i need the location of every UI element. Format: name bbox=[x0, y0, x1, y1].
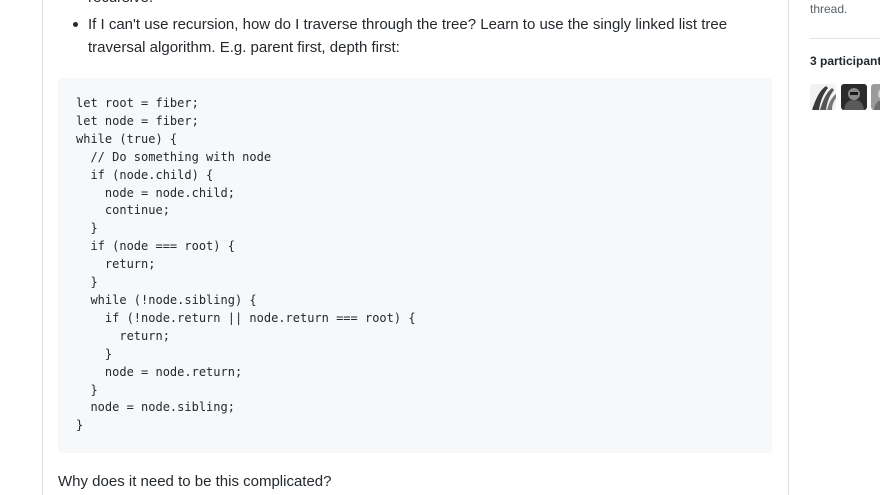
comment-border bbox=[788, 0, 789, 495]
code-line: } bbox=[76, 418, 84, 433]
code-line: while (!node.sibling) { bbox=[76, 292, 257, 307]
bullet-item-traversal: If I can't use recursion, how do I trave… bbox=[58, 13, 774, 59]
code-block: let root = fiber; let node = fiber; while … bbox=[58, 78, 772, 453]
code-line: } bbox=[76, 221, 98, 236]
code-line: } bbox=[76, 346, 113, 361]
code-line: while (true) { bbox=[76, 131, 178, 146]
bullet-item-recursive: recursive. bbox=[58, 0, 774, 9]
timeline-line bbox=[42, 0, 43, 495]
participant-avatar-1[interactable] bbox=[810, 84, 836, 110]
participant-avatar-3[interactable] bbox=[871, 84, 880, 110]
code-line: } bbox=[76, 275, 98, 290]
code-line: return; bbox=[76, 328, 170, 343]
code-line: if (!node.return || node.return === root… bbox=[76, 310, 416, 325]
avatar-image bbox=[871, 84, 880, 110]
code-content: let root = fiber; let node = fiber; while … bbox=[76, 95, 772, 435]
code-line: if (node.child) { bbox=[76, 167, 214, 182]
avatar-image bbox=[810, 84, 836, 110]
code-line: node = node.child; bbox=[76, 185, 235, 200]
code-line: node = node.return; bbox=[76, 364, 243, 379]
participants-heading: 3 participants bbox=[810, 54, 880, 68]
code-line: // Do something with node bbox=[76, 149, 272, 164]
code-line: continue; bbox=[76, 203, 170, 218]
code-line: if (node === root) { bbox=[76, 239, 235, 254]
comment-question: Why does it need to be this complicated? bbox=[58, 473, 332, 490]
participant-avatar-2[interactable] bbox=[841, 84, 867, 110]
code-line: return; bbox=[76, 257, 156, 272]
code-line: let root = fiber; bbox=[76, 96, 199, 110]
sidebar-divider bbox=[810, 38, 880, 39]
thread-text: thread. bbox=[810, 2, 848, 16]
code-line: } bbox=[76, 382, 98, 397]
code-line: node = node.sibling; bbox=[76, 400, 235, 415]
avatar-image bbox=[841, 84, 867, 110]
code-line: let node = fiber; bbox=[76, 113, 199, 128]
bullet-list: recursive. If I can't use recursion, how… bbox=[58, 0, 774, 59]
